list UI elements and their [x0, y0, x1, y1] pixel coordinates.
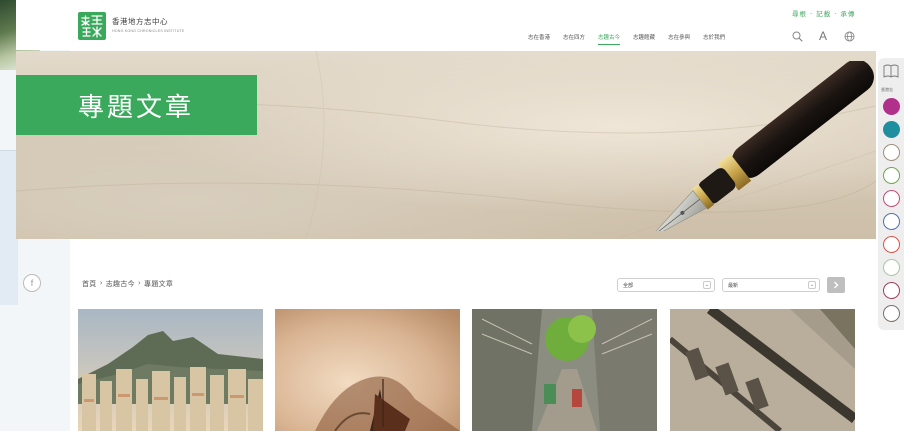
nav-item-about-us[interactable]: 志於我們: [703, 33, 725, 45]
article-card[interactable]: [472, 309, 657, 431]
logo-chinese-name: 香港地方志中心: [112, 17, 168, 26]
article-thumbnail: [78, 309, 263, 431]
nav-item-collections[interactable]: 志趣館藏: [633, 33, 655, 45]
volume-circle-4[interactable]: [883, 167, 900, 184]
hero-banner: 專題文章: [16, 51, 876, 239]
category-select[interactable]: 全部 ⌄: [617, 278, 715, 292]
volume-circle-5[interactable]: [883, 190, 900, 207]
category-select-value: 全部: [623, 283, 634, 289]
volume-circle-1[interactable]: [883, 98, 900, 115]
article-thumbnail: [275, 309, 460, 431]
article-card[interactable]: [78, 309, 263, 431]
chevron-down-icon: ⌄: [808, 281, 816, 289]
breadcrumb-home[interactable]: 首頁: [82, 279, 97, 289]
site-header: 香港地方志中心 HONG KONG CHRONICLES INSTITUTE 尋…: [16, 0, 876, 50]
breadcrumb: 首頁 › 志趣古今 › 專題文章: [82, 279, 173, 289]
search-icon[interactable]: [791, 30, 803, 42]
article-thumbnail: [472, 309, 657, 431]
site-logo[interactable]: 香港地方志中心 HONG KONG CHRONICLES INSTITUTE: [78, 12, 185, 40]
sort-select-value: 最新: [728, 283, 739, 289]
nav-item-four-directions[interactable]: 志在四方: [563, 33, 585, 45]
chronicle-sidebar: 香港志: [878, 58, 904, 330]
breadcrumb-current: 專題文章: [144, 280, 174, 288]
page-title: 專題文章: [78, 93, 195, 123]
volume-circle-3[interactable]: [883, 144, 900, 161]
breadcrumb-past-present[interactable]: 志趣古今: [106, 279, 135, 289]
font-size-icon[interactable]: A: [817, 29, 829, 43]
sidebar-label: 香港志: [881, 87, 893, 92]
site-tagline: 尋根 · 記載 · 承傳: [792, 10, 856, 18]
main-navigation: 志在香港 志在四方 志趣古今 志趣館藏 志在參與 志於我們: [528, 33, 725, 45]
chevron-down-icon: ⌄: [703, 281, 711, 289]
logo-english-name: HONG KONG CHRONICLES INSTITUTE: [112, 29, 185, 33]
volume-circle-6[interactable]: [883, 213, 900, 230]
filter-go-button[interactable]: [827, 277, 845, 293]
volume-circle-2[interactable]: [883, 121, 900, 138]
language-globe-icon[interactable]: [843, 30, 855, 42]
arrow-right-icon: [834, 281, 839, 289]
facebook-share-button[interactable]: f: [23, 274, 41, 292]
article-card[interactable]: [275, 309, 460, 431]
fountain-pen-icon: [649, 61, 874, 231]
volume-circle-8[interactable]: [883, 259, 900, 276]
breadcrumb-separator: ›: [137, 279, 142, 287]
volume-circle-9[interactable]: [883, 282, 900, 299]
article-card[interactable]: [670, 309, 855, 431]
volume-circle-10[interactable]: [883, 305, 900, 322]
nav-item-past-present[interactable]: 志趣古今: [598, 33, 621, 45]
nav-item-participate[interactable]: 志在參與: [668, 33, 690, 45]
nav-item-hong-kong[interactable]: 志在香港: [528, 33, 550, 45]
sort-select[interactable]: 最新 ⌄: [722, 278, 820, 292]
breadcrumb-separator: ›: [99, 279, 103, 287]
book-icon[interactable]: [883, 64, 899, 78]
logo-mark-icon: [78, 12, 106, 40]
header-tools: A: [791, 29, 855, 43]
article-thumbnail: [670, 309, 855, 431]
volume-circle-7[interactable]: [883, 236, 900, 253]
